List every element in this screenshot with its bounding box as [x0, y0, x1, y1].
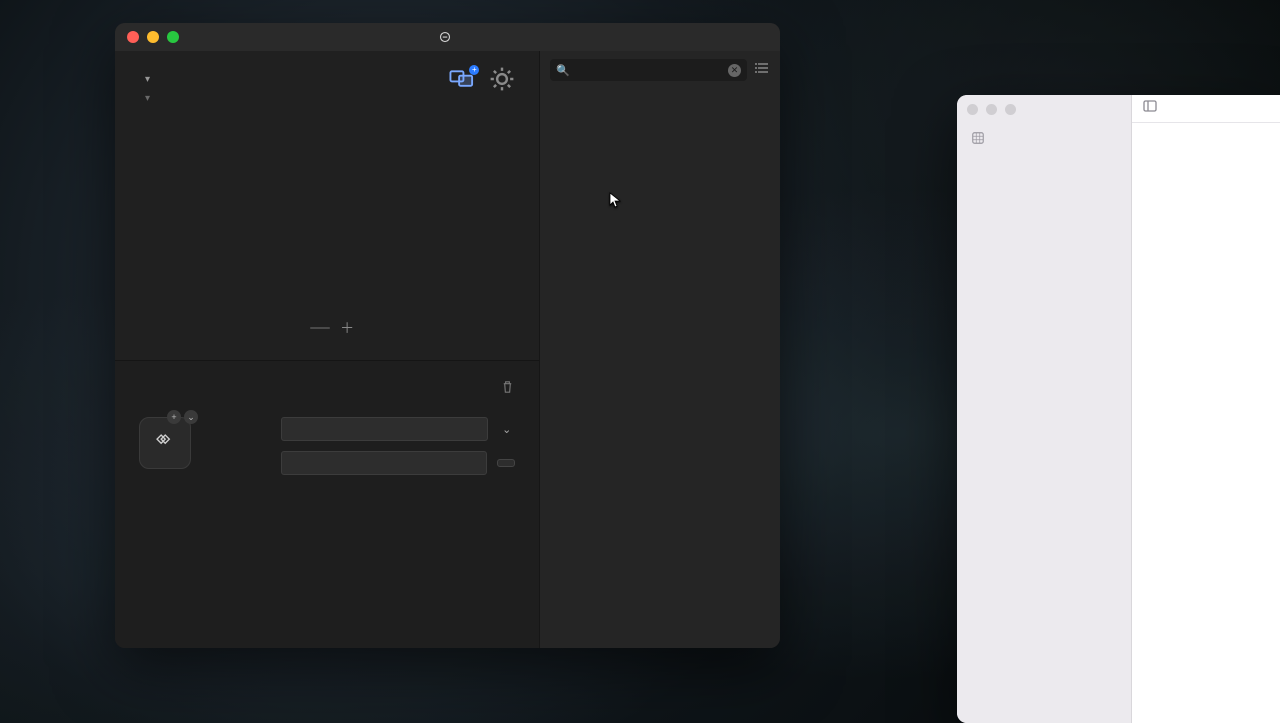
minimize-icon[interactable] — [986, 104, 997, 115]
choose-button[interactable] — [497, 459, 515, 467]
inspector-panel: +⌄ ⌄ — [115, 360, 539, 648]
key-preview[interactable]: +⌄ — [139, 417, 191, 469]
title-input[interactable] — [281, 417, 488, 441]
toggle-sidebar-button[interactable] — [1142, 98, 1158, 119]
profile-dropdown[interactable]: ▾ — [139, 93, 515, 104]
screens-button[interactable]: + — [449, 69, 475, 89]
key-add-state[interactable]: + — [167, 410, 181, 424]
shortcuts-header — [1132, 95, 1280, 123]
shortcut-cards — [1132, 123, 1280, 143]
key-more[interactable]: ⌄ — [184, 410, 198, 424]
titlebar[interactable] — [115, 23, 780, 51]
action-tree — [540, 89, 780, 93]
view-mode-button[interactable] — [755, 60, 770, 80]
chevron-down-icon[interactable]: ▾ — [145, 74, 150, 85]
key-grid — [139, 118, 515, 300]
gallery-row[interactable] — [963, 127, 1125, 152]
page-indicator[interactable] — [310, 327, 330, 329]
search-input[interactable] — [574, 64, 728, 76]
action-search[interactable]: 🔍 ✕ — [550, 59, 747, 81]
appfile-input[interactable] — [281, 451, 487, 475]
streamdeck-window: ▾ + ▾ — [115, 23, 780, 648]
minimize-icon[interactable] — [147, 31, 159, 43]
app-title — [439, 31, 457, 43]
delete-action-button[interactable] — [500, 379, 515, 397]
gallery-icon — [971, 131, 985, 148]
clear-search-button[interactable]: ✕ — [728, 64, 741, 77]
zoom-icon[interactable] — [1005, 104, 1016, 115]
close-icon[interactable] — [967, 104, 978, 115]
title-format-button[interactable]: ⌄ — [498, 421, 515, 438]
shortcuts-window — [957, 95, 1280, 723]
settings-button[interactable] — [489, 69, 515, 89]
close-icon[interactable] — [127, 31, 139, 43]
search-icon: 🔍 — [556, 64, 570, 77]
add-page-button[interactable]: ＋ — [340, 318, 354, 338]
shortcuts-titlebar[interactable] — [957, 95, 1131, 123]
zoom-icon[interactable] — [167, 31, 179, 43]
